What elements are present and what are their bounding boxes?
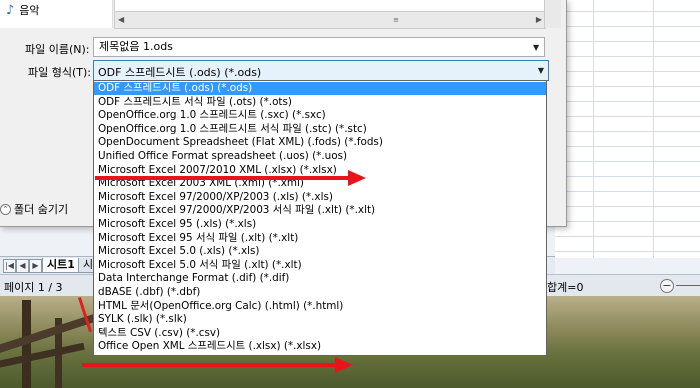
annotation-arrowhead — [348, 170, 366, 186]
places-item-label: 음악 — [19, 4, 40, 17]
filetype-select[interactable]: ODF 스프레드시트 (.ods) (*.ods) ▼ — [93, 60, 549, 81]
hide-folders-label: 폴더 숨기기 — [14, 203, 69, 216]
sheet-tab-1[interactable]: 시트1 — [42, 258, 80, 273]
next-sheet-button[interactable]: ▶ — [29, 259, 42, 273]
chevron-down-icon[interactable]: ▼ — [538, 66, 544, 75]
filetype-option[interactable]: HTML 문서(OpenOffice.org Calc) (.html) (*.… — [94, 300, 546, 313]
filetype-option[interactable]: Microsoft Excel 95 (.xls) (*.xls) — [94, 218, 546, 231]
filetype-option[interactable]: Microsoft Excel 5.0 서식 파일 (.xlt) (*.xlt) — [94, 259, 546, 272]
spreadsheet-grid[interactable] — [555, 0, 700, 258]
places-panel: ♪ 음악 — [0, 0, 113, 28]
filetype-option[interactable]: OpenOffice.org 1.0 스프레드시트 (.sxc) (*.sxc) — [94, 109, 546, 122]
filetype-option[interactable]: Microsoft Excel 95 서식 파일 (.xlt) (*.xlt) — [94, 232, 546, 245]
filetype-option[interactable]: Microsoft Excel 5.0 (.xls) (*.xls) — [94, 245, 546, 258]
annotation-arrow — [82, 363, 337, 367]
scroll-right-icon[interactable]: ▶ — [536, 15, 542, 24]
filetype-option[interactable]: Microsoft Excel 2007/2010 XML (.xlsx) (*… — [94, 164, 546, 177]
prev-sheet-button[interactable]: ◀ — [16, 259, 29, 273]
annotation-arrow — [95, 176, 350, 180]
filetype-option[interactable]: OpenOffice.org 1.0 스프레드시트 서식 파일 (.stc) (… — [94, 123, 546, 136]
filetype-option[interactable]: ODF 스프레드시트 서식 파일 (.ots) (*.ots) — [94, 96, 546, 109]
zoom-slider[interactable] — [676, 285, 700, 286]
vertical-scrollbar[interactable] — [544, 0, 561, 28]
filetype-option[interactable]: Data Interchange Format (.dif) (*.dif) — [94, 272, 546, 285]
scroll-left-icon[interactable]: ◀ — [118, 15, 124, 24]
status-sum: 합계=0 — [547, 281, 584, 294]
music-note-icon: ♪ — [6, 2, 15, 18]
filetype-option[interactable]: Microsoft Excel 97/2000/XP/2003 (.xls) (… — [94, 191, 546, 204]
filetype-option[interactable]: Office Open XML 스프레드시트 (.xlsx) (*.xlsx) — [94, 340, 546, 353]
hide-folders-toggle[interactable]: ⌃ 폴더 숨기기 — [0, 201, 68, 217]
filename-label: 파일 이름(N): — [25, 43, 90, 56]
first-sheet-button[interactable]: |◀ — [3, 259, 16, 273]
filetype-option[interactable]: Unified Office Format spreadsheet (.uos)… — [94, 150, 546, 163]
filename-dropdown-icon[interactable]: ▼ — [533, 43, 539, 52]
filetype-dropdown-list: ODF 스프레드시트 (.ods) (*.ods) ODF 스프레드시트 서식 파… — [93, 80, 547, 356]
annotation-arrowhead — [335, 357, 353, 373]
filetype-option[interactable]: ODF 스프레드시트 (.ods) (*.ods) — [94, 82, 546, 95]
filetype-option[interactable]: OpenDocument Spreadsheet (Flat XML) (.fo… — [94, 136, 546, 149]
filename-field[interactable]: 제목없음 1.ods — [93, 37, 545, 57]
filetype-label: 파일 형식(T): — [28, 66, 91, 79]
status-page-indicator: 페이지 1 / 3 — [4, 281, 63, 294]
filetype-option[interactable]: Microsoft Excel 97/2000/XP/2003 서식 파일 (.… — [94, 204, 546, 217]
collapse-icon[interactable]: ⌃ — [0, 203, 11, 215]
file-list-pane[interactable]: ◀ ≡ ▶ — [114, 0, 546, 29]
filetype-option[interactable]: SYLK (.slk) (*.slk) — [94, 313, 546, 326]
filetype-selected-value: ODF 스프레드시트 (.ods) (*.ods) — [98, 66, 262, 79]
filetype-option[interactable]: dBASE (.dbf) (*.dbf) — [94, 286, 546, 299]
places-item-music[interactable]: ♪ 음악 — [6, 2, 40, 18]
horizontal-scrollbar[interactable]: ◀ ≡ ▶ — [115, 11, 545, 28]
scrollbar-grip-icon[interactable]: ≡ — [391, 16, 401, 24]
filetype-option[interactable]: 텍스트 CSV (.csv) (*.csv) — [94, 327, 546, 340]
zoom-out-icon[interactable]: − — [660, 279, 674, 293]
